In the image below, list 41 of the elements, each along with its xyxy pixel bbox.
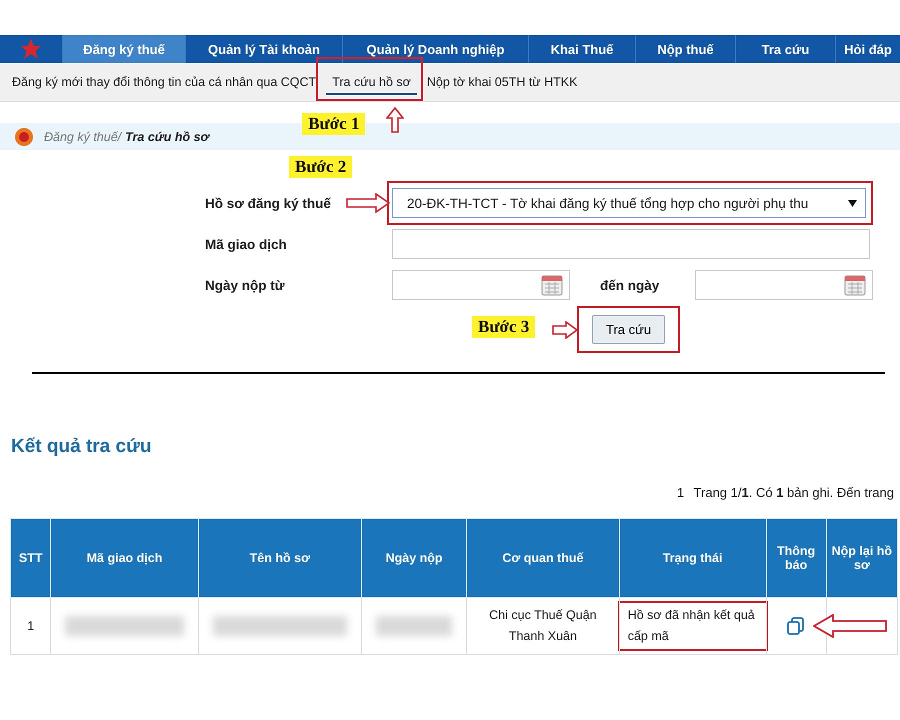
caret-icon [848, 200, 857, 206]
step-label: Bước 2 [289, 156, 352, 178]
emblem-icon [14, 126, 34, 146]
right-arrow-icon [552, 321, 578, 339]
record-type-dropdown[interactable]: 20-ĐK-TH-TCT - Tờ khai đăng ký thuế tổng hợp cho người phụ thu [392, 188, 866, 218]
calendar-icon[interactable] [844, 274, 866, 296]
step-label: Bước 3 [472, 316, 536, 338]
step-label: Bước 1 [302, 113, 366, 135]
page-link[interactable]: 1 [676, 485, 684, 500]
sub-tab[interactable]: Nộp tờ khai 05TH từ HTKK [420, 69, 584, 95]
calendar-icon[interactable] [541, 274, 563, 296]
column-header: Ngày nộp [362, 518, 467, 598]
field-label: Mã giao dịch [205, 236, 288, 252]
copy-icon[interactable] [786, 616, 806, 636]
up-arrow-icon [386, 107, 404, 133]
field-label: đến ngày [599, 278, 660, 292]
date-field[interactable] [695, 270, 873, 300]
column-header: Cơ quan thuế [466, 518, 620, 598]
status-cell: Hồ sơ đã nhận kết quả cấp mã [618, 601, 768, 651]
pagination-text: Trang 1/1. Có 1 bản ghi. Đến trang [694, 485, 894, 500]
transaction-code-field[interactable] [392, 229, 870, 259]
search-button[interactable]: Tra cứu [592, 315, 666, 344]
table-cell: Chi cục Thuế Quận Thanh Xuân [489, 608, 597, 643]
breadcrumb-current: Tra cứu hồ sơ [125, 130, 209, 144]
sub-tab[interactable]: Đăng ký mới thay đổi thông tin của cá nhân qua CQCT [6, 69, 322, 95]
column-header: Trạng thái [619, 518, 766, 598]
right-arrow-icon [346, 193, 390, 213]
field-label: Ngày nộp từ [205, 278, 286, 292]
column-header: Mã giao dịch [50, 518, 198, 598]
emblem-icon [20, 38, 42, 60]
column-header: Thông báo [766, 518, 826, 598]
section-title: Kết quả tra cứu [11, 436, 152, 458]
column-header: Tên hồ sơ [198, 518, 362, 598]
breadcrumb-link[interactable]: Đăng ký thuế/ [44, 130, 122, 144]
nav-tab[interactable]: Đăng ký thuế [62, 35, 185, 63]
column-header: STT [10, 518, 51, 598]
date-field[interactable] [392, 270, 570, 300]
column-header: Nộp lại hồ sơ [826, 518, 898, 598]
sub-tab[interactable]: Tra cứu hồ sơ [326, 69, 417, 95]
field-label: Hồ sơ đăng ký thuế [205, 196, 332, 210]
table-cell: 1 [27, 618, 34, 632]
